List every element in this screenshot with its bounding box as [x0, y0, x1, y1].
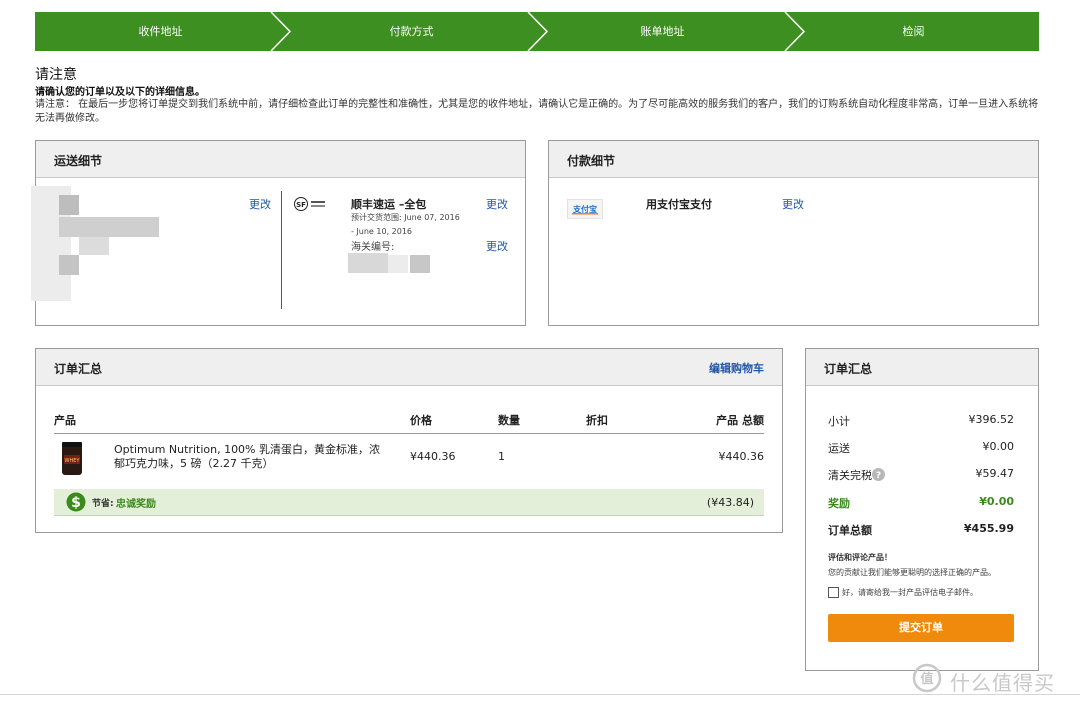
svg-text:?: ?: [876, 471, 881, 481]
table-row: WHEY Optimum Nutrition, 100% 乳清蛋白，黄金标准，浓…: [54, 439, 764, 481]
panel-header: 订单汇总: [806, 349, 1038, 386]
col-total: 产品 总额: [716, 414, 764, 427]
summary-value: ¥396.52: [968, 413, 1015, 426]
summary-row-reward: 奖励 ¥0.00: [828, 495, 1014, 513]
panel-title: 订单汇总: [824, 362, 873, 376]
edit-cart-link[interactable]: 编辑购物车: [709, 360, 764, 376]
step-label: 收件地址: [138, 25, 183, 38]
summary-value: ¥0.00: [979, 495, 1014, 508]
payment-method-name: 用支付宝支付: [646, 198, 712, 211]
summary-value: ¥455.99: [963, 522, 1014, 535]
shipping-method-name: 顺丰速运 –全包: [351, 198, 427, 211]
edit-tracking-link[interactable]: 更改: [486, 238, 508, 254]
svg-text:值: 值: [920, 671, 933, 687]
product-name[interactable]: Optimum Nutrition, 100% 乳清蛋白，黄金标准，浓郁巧克力味…: [114, 443, 384, 471]
svg-text:支付宝: 支付宝: [572, 204, 597, 214]
order-total-panel: 订单汇总 小计 ¥396.52 运送 ¥0.00 清关完税 ? ¥59.47 奖…: [805, 348, 1039, 671]
submit-order-button[interactable]: 提交订单: [828, 614, 1014, 642]
summary-label: 运送: [828, 442, 850, 455]
step-billing-address[interactable]: 账单地址: [537, 12, 788, 51]
panel-header: 付款细节: [549, 141, 1038, 178]
tracking-label: 海关编号:: [351, 242, 395, 253]
step-label: 检阅: [902, 25, 925, 38]
panel-title: 运送细节: [54, 154, 103, 168]
edit-address-link[interactable]: 更改: [249, 196, 271, 212]
step-arrow-icon: [782, 12, 808, 51]
summary-value: ¥0.00: [982, 440, 1015, 453]
product-qty: 1: [498, 450, 505, 463]
col-product: 产品: [54, 414, 76, 427]
savings-label: 节省:: [92, 499, 114, 509]
table-header: 产品 价格 数量 折扣 产品 总额: [54, 412, 764, 432]
col-qty: 数量: [498, 414, 520, 427]
review-text: 您的贡献让我们能够更聪明的选择正确的产品。: [828, 568, 996, 577]
summary-label: 奖励: [828, 497, 850, 510]
notice-title: 请注意: [35, 67, 77, 83]
watermark-text: 什么值得买: [950, 671, 1055, 695]
savings-name: 忠诚奖励: [116, 499, 156, 510]
summary-label: 订单总额: [828, 524, 872, 537]
summary-label: 小计: [828, 415, 850, 428]
footer-divider: [0, 694, 1080, 695]
panel-title: 订单汇总: [54, 362, 103, 376]
step-arrow-icon: [268, 12, 294, 51]
order-summary-panel: 订单汇总 编辑购物车 产品 价格 数量 折扣 产品 总额 WHEY Optimu…: [35, 348, 783, 533]
product-price: ¥440.36: [410, 450, 456, 463]
step-arrow-icon: [525, 12, 551, 51]
step-shipping-address[interactable]: 收件地址: [35, 12, 286, 51]
step-review[interactable]: 检阅: [788, 12, 1039, 51]
step-label: 付款方式: [389, 25, 434, 38]
checkbox-label: 好，请寄给我一封产品评估电子邮件。: [842, 588, 978, 597]
help-icon[interactable]: ?: [872, 468, 885, 481]
alipay-logo-icon: 支付宝: [567, 199, 603, 219]
summary-row-shipping: 运送 ¥0.00: [828, 440, 1014, 458]
eta-line-2: - June 10, 2016: [351, 227, 413, 236]
divider: [281, 191, 282, 309]
col-price: 价格: [410, 414, 432, 427]
smzdm-logo-icon: 值: [912, 663, 942, 693]
panel-header: 运送细节: [36, 141, 525, 178]
summary-row-customs: 清关完税 ? ¥59.47: [828, 467, 1014, 485]
summary-value: ¥59.47: [975, 467, 1015, 480]
checkout-steps-bar: 收件地址 付款方式 账单地址 检阅: [35, 12, 1039, 51]
eta-line-1: 预计交货范围: June 07, 2016: [351, 213, 460, 222]
svg-text:SF: SF: [296, 201, 306, 209]
summary-row-total: 订单总额 ¥455.99: [828, 522, 1014, 540]
svg-text:$: $: [71, 495, 81, 511]
notice-text: 请注意： 在最后一步您将订单提交到我们系统中前，请仔细检查此订单的完整性和准确性…: [35, 99, 1039, 124]
shipping-details-panel: 运送细节 更改 SF 顺丰速运 –全包 预计交货范围: June 07, 201…: [31, 140, 526, 326]
step-label: 账单地址: [640, 25, 685, 38]
sf-express-logo-icon: SF: [294, 196, 328, 212]
step-payment-method[interactable]: 付款方式: [286, 12, 537, 51]
svg-text:WHEY: WHEY: [65, 458, 81, 464]
review-email-checkbox[interactable]: [828, 587, 839, 598]
divider: [54, 433, 764, 434]
savings-amount: (¥43.84): [706, 496, 754, 509]
product-image[interactable]: WHEY: [60, 441, 84, 477]
col-discount: 折扣: [586, 414, 608, 427]
summary-label: 清关完税: [828, 469, 872, 482]
payment-details-panel: 付款细节 支付宝 用支付宝支付 更改: [548, 140, 1039, 326]
savings-row: $ 节省: 忠诚奖励 (¥43.84): [54, 489, 764, 516]
panel-header: 订单汇总 编辑购物车: [36, 349, 782, 386]
summary-row-subtotal: 小计 ¥396.52: [828, 413, 1014, 431]
panel-title: 付款细节: [567, 154, 616, 168]
review-title: 评估和评论产品！: [828, 553, 892, 562]
dollar-circle-icon: $: [66, 492, 86, 512]
product-total: ¥440.36: [718, 450, 765, 463]
notice-subtitle: 请确认您的订单以及以下的详细信息。: [35, 87, 205, 98]
edit-payment-link[interactable]: 更改: [782, 196, 804, 212]
edit-shipping-method-link[interactable]: 更改: [486, 196, 508, 212]
